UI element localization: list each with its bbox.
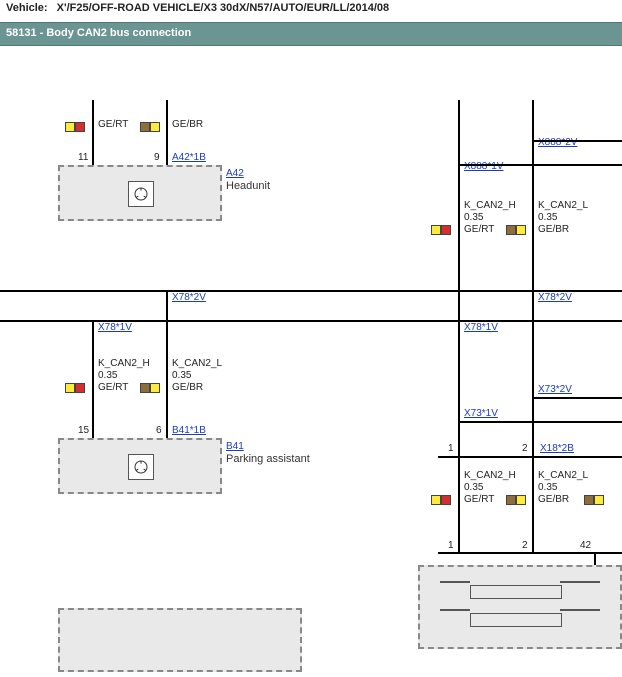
wire-color-flag-ge-rt (65, 383, 85, 393)
connector-ref[interactable]: B41*1B (172, 425, 206, 436)
component-ref[interactable]: A42 (226, 168, 244, 179)
vehicle-bar: Vehicle: X'/F25/OFF-ROAD VEHICLE/X3 30dX… (0, 0, 622, 18)
wire-color: GE/RT (98, 382, 128, 394)
splice-ref[interactable]: X888*2V (538, 137, 577, 148)
pin-number: 1 (448, 443, 454, 454)
component-desc: Headunit (226, 180, 270, 192)
connector-bar (438, 552, 622, 554)
wire (458, 421, 622, 423)
signal-gauge: 0.35 (538, 212, 557, 224)
wire (166, 100, 168, 165)
signal-name: K_CAN2_L (538, 200, 588, 212)
vehicle-label: Vehicle: (6, 2, 48, 14)
splice-ref[interactable]: X73*2V (538, 384, 572, 395)
wire-color-flag-ge-br (506, 225, 526, 235)
splice-ref[interactable]: X78*2V (538, 292, 572, 303)
signal-name: K_CAN2_H (464, 470, 516, 482)
pin-number: 2 (522, 540, 528, 551)
pin-number: 9 (154, 152, 160, 163)
pin-number: 6 (156, 425, 162, 436)
wire (458, 100, 460, 552)
component-icon (128, 454, 154, 480)
vehicle-string: X'/F25/OFF-ROAD VEHICLE/X3 30dX/N57/AUTO… (57, 2, 390, 14)
wire-color: GE/RT (464, 494, 494, 506)
wire-color-flag-ge-br (584, 495, 604, 505)
wire (92, 100, 94, 165)
wire (458, 164, 622, 166)
component-a42[interactable] (58, 165, 222, 221)
resistor-icon (470, 585, 562, 599)
splice-ref[interactable]: X78*1V (98, 322, 132, 333)
splice-ref[interactable]: X73*1V (464, 408, 498, 419)
wire-color-flag-ge-rt (431, 225, 451, 235)
wire-color: GE/BR (172, 119, 203, 131)
pin-number: 42 (580, 540, 591, 551)
pin-number: 2 (522, 443, 528, 454)
component-desc: Parking assistant (226, 453, 310, 465)
signal-gauge: 0.35 (172, 370, 191, 382)
wire-color-flag-ge-rt (65, 122, 85, 132)
wire-color: GE/BR (538, 494, 569, 506)
wire (532, 100, 534, 552)
splice-ref[interactable]: X888*1V (464, 161, 503, 172)
signal-name: K_CAN2_H (464, 200, 516, 212)
connector-ref[interactable]: A42*1B (172, 152, 206, 163)
pin-number: 11 (78, 152, 88, 163)
wire-color-flag-ge-br (506, 495, 526, 505)
component-icon (128, 181, 154, 207)
signal-gauge: 0.35 (538, 482, 557, 494)
wire (560, 609, 600, 611)
pin-number: 15 (78, 425, 89, 436)
wire (440, 581, 470, 583)
component-block[interactable] (58, 608, 302, 672)
wire (560, 581, 600, 583)
signal-gauge: 0.35 (464, 212, 483, 224)
signal-gauge: 0.35 (464, 482, 483, 494)
wire-color: GE/BR (172, 382, 203, 394)
component-ref[interactable]: B41 (226, 441, 244, 452)
wire (92, 320, 94, 438)
wire (532, 140, 622, 142)
wire-color: GE/RT (464, 224, 494, 236)
wire-color: GE/BR (538, 224, 569, 236)
wire (166, 290, 168, 438)
wire-color-flag-ge-rt (431, 495, 451, 505)
connector-ref[interactable]: X18*2B (540, 443, 574, 454)
diagram-title: 58131 - Body CAN2 bus connection (0, 22, 622, 46)
signal-name: K_CAN2_L (538, 470, 588, 482)
wire-color-flag-ge-br (140, 383, 160, 393)
wire-color: GE/RT (98, 119, 128, 131)
wire (532, 397, 622, 399)
component-block[interactable] (418, 565, 622, 649)
signal-name: K_CAN2_L (172, 358, 222, 370)
can-h-bus-line (0, 290, 622, 292)
signal-name: K_CAN2_H (98, 358, 150, 370)
splice-ref[interactable]: X78*2V (172, 292, 206, 303)
resistor-icon (470, 613, 562, 627)
connector-bar (438, 456, 622, 458)
pin-number: 1 (448, 540, 454, 551)
signal-gauge: 0.35 (98, 370, 117, 382)
component-b41[interactable] (58, 438, 222, 494)
wire-color-flag-ge-br (140, 122, 160, 132)
splice-ref[interactable]: X78*1V (464, 322, 498, 333)
wire (440, 609, 470, 611)
